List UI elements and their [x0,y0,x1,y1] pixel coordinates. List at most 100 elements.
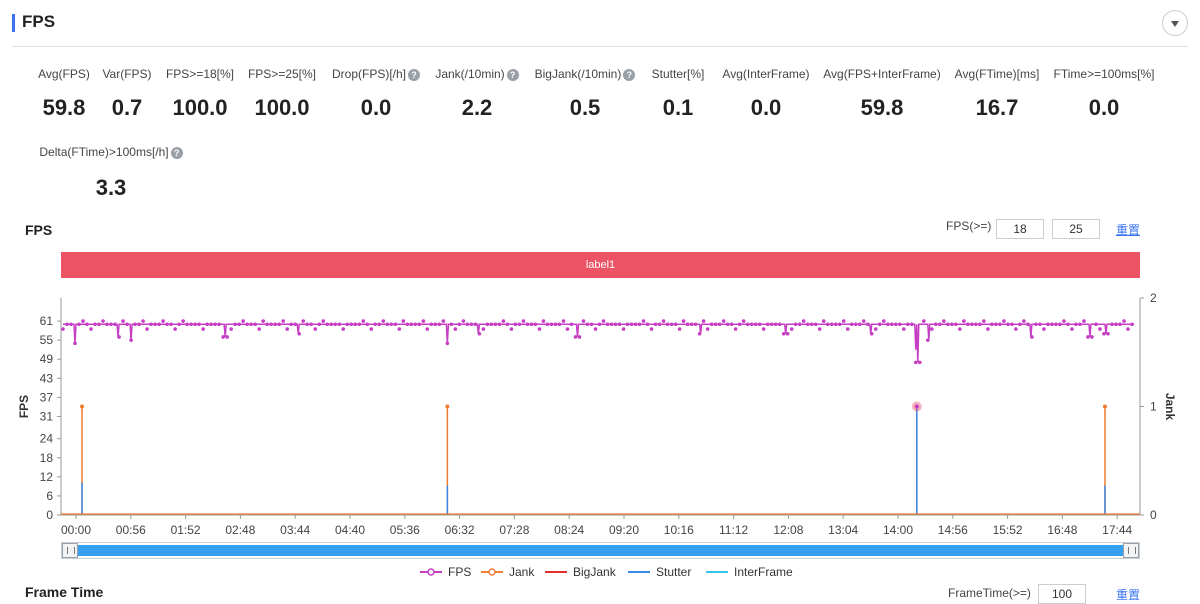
fps-point [1114,322,1118,327]
fps-point [966,322,970,327]
fps-point [449,322,454,327]
fps-point [213,322,217,327]
fps-point [613,322,618,327]
y-tick-label: 43 [40,371,54,385]
fps-point [561,319,566,323]
y-tick-label: 12 [40,470,54,484]
fps-point [461,319,466,323]
fps-point [809,322,814,327]
x-tick-label: 03:44 [280,523,310,537]
fps-point [621,327,626,331]
fps-point [573,335,578,339]
slider-left-handle[interactable] [62,543,78,558]
fps-point [741,319,746,323]
fps-point [745,322,750,327]
fps-point [974,322,978,327]
fps-point [401,319,406,323]
legend-swatch-icon [706,571,728,573]
fps-point [61,327,65,331]
fps-point [1090,335,1094,339]
fps-point [533,322,538,327]
legend-swatch-icon [628,571,650,573]
fps-point [425,327,430,331]
fps-point [569,322,574,327]
fps-point [577,335,582,339]
fps-point [797,322,802,327]
fps-point [345,322,350,327]
fps-point [737,322,742,327]
fps-point [1094,322,1098,327]
fps-point [97,322,101,327]
frame-time-reset-link[interactable]: 重置 [1116,586,1140,603]
fps-threshold-high-input[interactable]: 25 [1052,219,1100,239]
fps-threshold-low-input[interactable]: 18 [996,219,1044,239]
x-tick-label: 11:12 [719,523,748,537]
fps-point [889,322,894,327]
fps-point [1046,322,1050,327]
fps-point [109,322,113,327]
slider-right-handle[interactable] [1123,543,1139,558]
reset-link[interactable]: 重置 [1116,221,1140,238]
fps-point [297,331,302,336]
fps-point [1082,319,1086,323]
fps-series-line [63,323,1134,363]
fps-point [421,319,426,323]
fps-point [665,322,670,327]
page-title: FPS [22,12,56,31]
x-tick-label: 17:44 [1102,523,1132,537]
fps-point [885,322,890,327]
fps-point [261,319,265,323]
y2-tick-label: 2 [1150,291,1157,305]
fps-point [918,360,922,365]
fps-point [257,327,261,331]
fps-point [1042,327,1046,331]
x-tick-label: 13:04 [828,523,858,537]
fps-point [361,319,366,323]
fps-point [801,319,806,323]
slider-range-fill[interactable] [72,545,1129,556]
label-bar[interactable]: label1 [61,252,1140,278]
x-tick-label: 09:20 [609,523,639,537]
fps-point [85,322,89,327]
fps-point [429,322,434,327]
fps-point [313,327,318,331]
fps-point [781,331,786,336]
y2-tick-label: 0 [1150,508,1157,522]
fps-point [549,322,554,327]
fps-point [441,319,446,323]
fps-point [857,322,862,327]
fps-point [485,322,490,327]
y-tick-label: 0 [46,508,53,522]
fps-point [493,322,498,327]
fps-point [529,322,534,327]
fps-point [1002,319,1006,323]
fps-point [769,322,774,327]
fps-point [353,322,358,327]
fps-point [837,322,842,327]
fps-point [1086,335,1090,339]
fps-chart[interactable]: 0612182431374349556101200:00 00:56 01:52 02… [0,288,1200,538]
collapse-toggle-icon[interactable] [1162,10,1188,36]
fps-point [553,322,558,327]
legend-label: BigJank [573,565,616,579]
fps-point [321,319,326,323]
fps-point [829,322,834,327]
fps-point [557,322,562,327]
fps-point [309,322,314,327]
fps-point [185,322,189,327]
fps-point [589,322,594,327]
fps-point [893,322,898,327]
fps-point [749,322,754,327]
y-axis-title: FPS [17,395,31,418]
time-range-slider[interactable] [61,542,1140,559]
fps-point [877,322,882,327]
fps-point [581,319,586,323]
fps-point [281,319,286,323]
fps-point [1102,331,1106,336]
fps-point [701,319,706,323]
frame-time-threshold-input[interactable]: 100 [1038,584,1086,604]
fps-point [934,322,938,327]
fps-point [473,322,478,327]
fps-point [653,322,658,327]
help-icon[interactable]: ? [170,146,183,159]
